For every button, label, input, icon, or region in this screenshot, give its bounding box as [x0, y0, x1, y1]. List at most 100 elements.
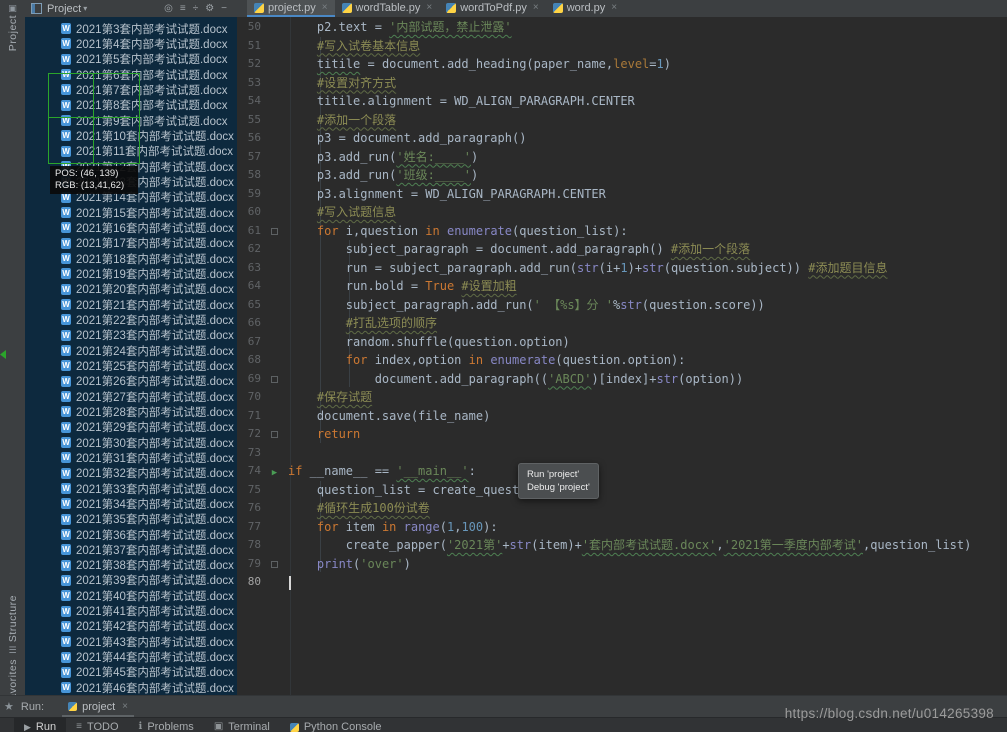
tree-item[interactable]: W2021第41套内部考试试题.docx	[25, 603, 237, 618]
code-line[interactable]: 64 run.bold = True #设置加粗	[237, 277, 1007, 296]
settings-icon[interactable]: ⚙	[205, 0, 214, 17]
code-line[interactable]: 50 p2.text = '内部试题，禁止泄露'	[237, 18, 1007, 37]
tree-item[interactable]: W2021第30套内部考试试题.docx	[25, 435, 237, 450]
close-icon[interactable]: ×	[322, 2, 328, 13]
code-line[interactable]: 77 for item in range(1,100):	[237, 518, 1007, 537]
fold-marker-icon[interactable]	[271, 376, 278, 383]
code-line[interactable]: 75 question_list = create_question()	[237, 481, 1007, 500]
tree-item[interactable]: W2021第26套内部考试试题.docx	[25, 374, 237, 389]
tree-item[interactable]: W2021第38套内部考试试题.docx	[25, 557, 237, 572]
tree-item[interactable]: W2021第42套内部考试试题.docx	[25, 619, 237, 634]
hide-icon[interactable]: −	[221, 0, 227, 17]
fold-marker-icon[interactable]	[271, 561, 278, 568]
fold-icon[interactable]	[261, 555, 288, 574]
code-line[interactable]: 63 run = subject_paragraph.add_run(str(i…	[237, 259, 1007, 278]
tree-item[interactable]: W2021第16套内部考试试题.docx	[25, 220, 237, 235]
code-line[interactable]: 71 document.save(file_name)	[237, 407, 1007, 426]
code-line[interactable]: 80	[237, 573, 1007, 592]
code-line[interactable]: 61 for i,question in enumerate(question_…	[237, 222, 1007, 241]
tooltip-run-action[interactable]: Run 'project'	[527, 468, 590, 481]
run-tab-project[interactable]: project ×	[62, 696, 134, 717]
toolbar-item-terminal[interactable]: ▣Terminal	[204, 718, 280, 732]
code-line[interactable]: 65 subject_paragraph.add_run(' 【%s】分 '%s…	[237, 296, 1007, 315]
tree-item[interactable]: W2021第36套内部考试试题.docx	[25, 527, 237, 542]
code-line[interactable]: 70 #保存试题	[237, 388, 1007, 407]
tree-item[interactable]: W2021第19套内部考试试题.docx	[25, 266, 237, 281]
tree-item[interactable]: W2021第5套内部考试试题.docx	[25, 52, 237, 67]
tree-item[interactable]: W2021第18套内部考试试题.docx	[25, 251, 237, 266]
code-line[interactable]: 58 p3.add_run('班级:____')	[237, 166, 1007, 185]
tool-window-button-structure[interactable]: Structure ☰	[0, 593, 25, 655]
run-context-tooltip[interactable]: Run 'project' Debug 'project'	[518, 463, 599, 499]
tree-item[interactable]: W2021第33套内部考试试题.docx	[25, 481, 237, 496]
locate-icon[interactable]: ◎	[164, 0, 173, 17]
tree-item[interactable]: W2021第37套内部考试试题.docx	[25, 542, 237, 557]
expand-all-icon[interactable]: ÷	[193, 0, 199, 17]
close-icon[interactable]: ×	[426, 2, 432, 13]
tree-item[interactable]: W2021第23套内部考试试题.docx	[25, 328, 237, 343]
fold-icon[interactable]	[261, 222, 288, 241]
tree-item[interactable]: W2021第46套内部考试试题.docx	[25, 680, 237, 695]
code-line[interactable]: 78 create_papper('2021第'+str(item)+'套内部考…	[237, 536, 1007, 555]
tree-item[interactable]: W2021第29套内部考试试题.docx	[25, 420, 237, 435]
close-icon[interactable]: ×	[533, 2, 539, 13]
toolbar-item-run[interactable]: ▶Run	[14, 718, 66, 732]
run-arrow-icon[interactable]: ▶	[272, 468, 277, 478]
tree-item[interactable]: W2021第17套内部考试试题.docx	[25, 236, 237, 251]
close-icon[interactable]: ×	[611, 2, 617, 13]
code-line[interactable]: 66 #打乱选项的顺序	[237, 314, 1007, 333]
tree-item[interactable]: W2021第3套内部考试试题.docx	[25, 21, 237, 36]
collapse-all-icon[interactable]: ≡	[180, 0, 186, 17]
tree-item[interactable]: W2021第44套内部考试试题.docx	[25, 649, 237, 664]
code-line[interactable]: 55 #添加一个段落	[237, 111, 1007, 130]
toolbar-item-python-console[interactable]: Python Console	[280, 718, 392, 732]
tab-project.py[interactable]: project.py×	[247, 0, 335, 17]
tree-item[interactable]: W2021第45套内部考试试题.docx	[25, 665, 237, 680]
project-panel-title[interactable]: Project	[47, 3, 81, 15]
toolbar-item-problems[interactable]: ℹProblems	[129, 718, 204, 732]
code-line[interactable]: 51 #写入试卷基本信息	[237, 37, 1007, 56]
tree-item[interactable]: W2021第35套内部考试试题.docx	[25, 512, 237, 527]
code-line[interactable]: 72 return	[237, 425, 1007, 444]
code-line[interactable]: 56 p3 = document.add_paragraph()	[237, 129, 1007, 148]
fold-marker-icon[interactable]	[271, 228, 278, 235]
code-line[interactable]: 59 p3.alignment = WD_ALIGN_PARAGRAPH.CEN…	[237, 185, 1007, 204]
tree-item[interactable]: W2021第15套内部考试试题.docx	[25, 205, 237, 220]
code-line[interactable]: 57 p3.add_run('姓名:____')	[237, 148, 1007, 167]
code-line[interactable]: 67 random.shuffle(question.option)	[237, 333, 1007, 352]
fold-icon[interactable]	[261, 370, 288, 389]
tree-item[interactable]: W2021第31套内部考试试题.docx	[25, 450, 237, 465]
code-line[interactable]: 52 titile = document.add_heading(paper_n…	[237, 55, 1007, 74]
code-line[interactable]: 76 #循环生成100份试卷	[237, 499, 1007, 518]
code-line[interactable]: 62 subject_paragraph = document.add_para…	[237, 240, 1007, 259]
tab-wordTable.py[interactable]: wordTable.py×	[335, 0, 440, 17]
code-line[interactable]: 68 for index,option in enumerate(questio…	[237, 351, 1007, 370]
code-line[interactable]: 54 titile.alignment = WD_ALIGN_PARAGRAPH…	[237, 92, 1007, 111]
tree-item[interactable]: W2021第43套内部考试试题.docx	[25, 634, 237, 649]
tree-item[interactable]: W2021第34套内部考试试题.docx	[25, 496, 237, 511]
code-line[interactable]: 53 #设置对齐方式	[237, 74, 1007, 93]
code-line[interactable]: 79 print('over')	[237, 555, 1007, 574]
tree-item[interactable]: W2021第22套内部考试试题.docx	[25, 312, 237, 327]
code-line[interactable]: 73	[237, 444, 1007, 463]
tree-item[interactable]: W2021第25套内部考试试题.docx	[25, 358, 237, 373]
favorites-star-icon[interactable]: ★	[4, 700, 14, 713]
tree-item[interactable]: W2021第24套内部考试试题.docx	[25, 343, 237, 358]
tree-item[interactable]: W2021第27套内部考试试题.docx	[25, 389, 237, 404]
tree-item[interactable]: W2021第21套内部考试试题.docx	[25, 297, 237, 312]
tab-word.py[interactable]: word.py×	[546, 0, 624, 17]
editor[interactable]: 50 p2.text = '内部试题，禁止泄露'51 #写入试卷基本信息52 t…	[237, 17, 1007, 695]
tree-item[interactable]: W2021第20套内部考试试题.docx	[25, 282, 237, 297]
chevron-down-icon[interactable]: ▾	[83, 4, 87, 13]
tool-window-button-project[interactable]: ▣ Project	[0, 3, 25, 51]
run-line-icon[interactable]: ▶	[261, 462, 288, 483]
tab-wordToPdf.py[interactable]: wordToPdf.py×	[439, 0, 546, 17]
tree-item[interactable]: W2021第40套内部考试试题.docx	[25, 588, 237, 603]
code-line[interactable]: 60 #写入试题信息	[237, 203, 1007, 222]
toolbar-item-todo[interactable]: ≡TODO	[66, 718, 128, 732]
tree-item[interactable]: W2021第39套内部考试试题.docx	[25, 573, 237, 588]
tree-item[interactable]: W2021第32套内部考试试题.docx	[25, 466, 237, 481]
fold-icon[interactable]	[261, 425, 288, 444]
code-line[interactable]: 74▶if __name__ == '__main__':	[237, 462, 1007, 481]
tree-item[interactable]: W2021第4套内部考试试题.docx	[25, 36, 237, 51]
